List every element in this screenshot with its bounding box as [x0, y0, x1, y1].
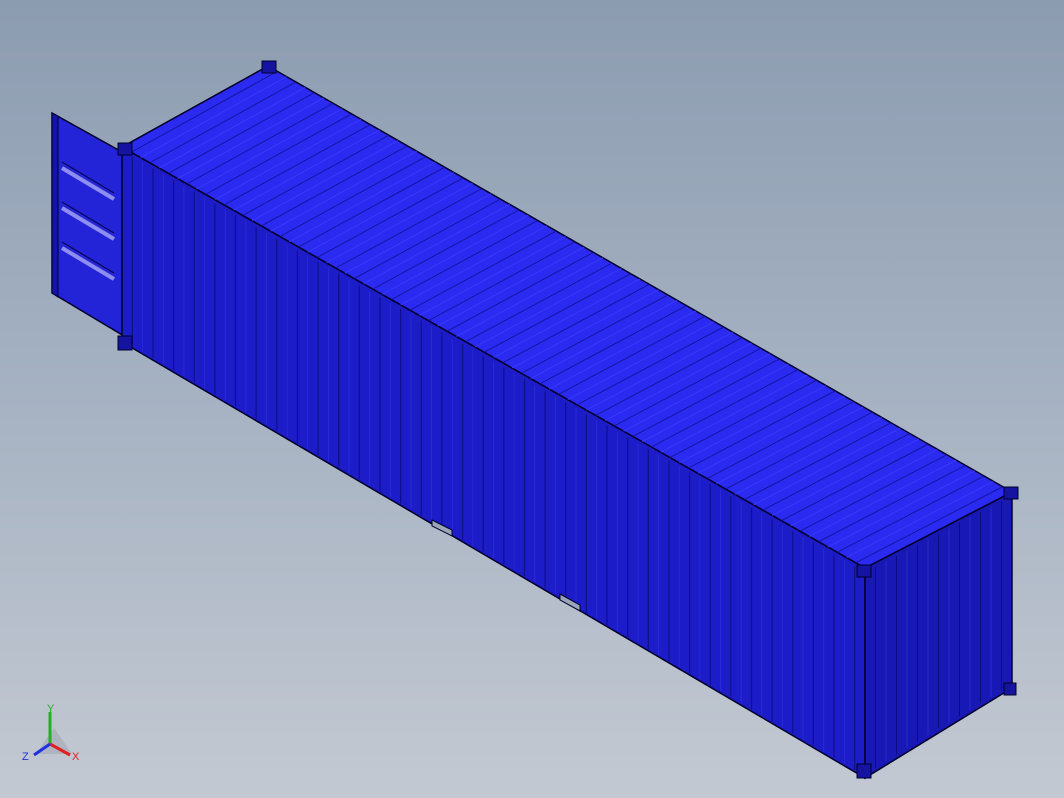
model-view[interactable]	[0, 0, 1064, 798]
axis-triad: Y X Z	[22, 703, 80, 763]
door-edge	[51, 112, 59, 298]
z-axis-label: Z	[22, 751, 29, 763]
rear-door[interactable]	[51, 111, 125, 338]
x-axis-label: X	[72, 751, 80, 763]
graphics-viewport[interactable]: Y X Z	[0, 0, 1064, 798]
y-axis-label: Y	[47, 703, 55, 715]
